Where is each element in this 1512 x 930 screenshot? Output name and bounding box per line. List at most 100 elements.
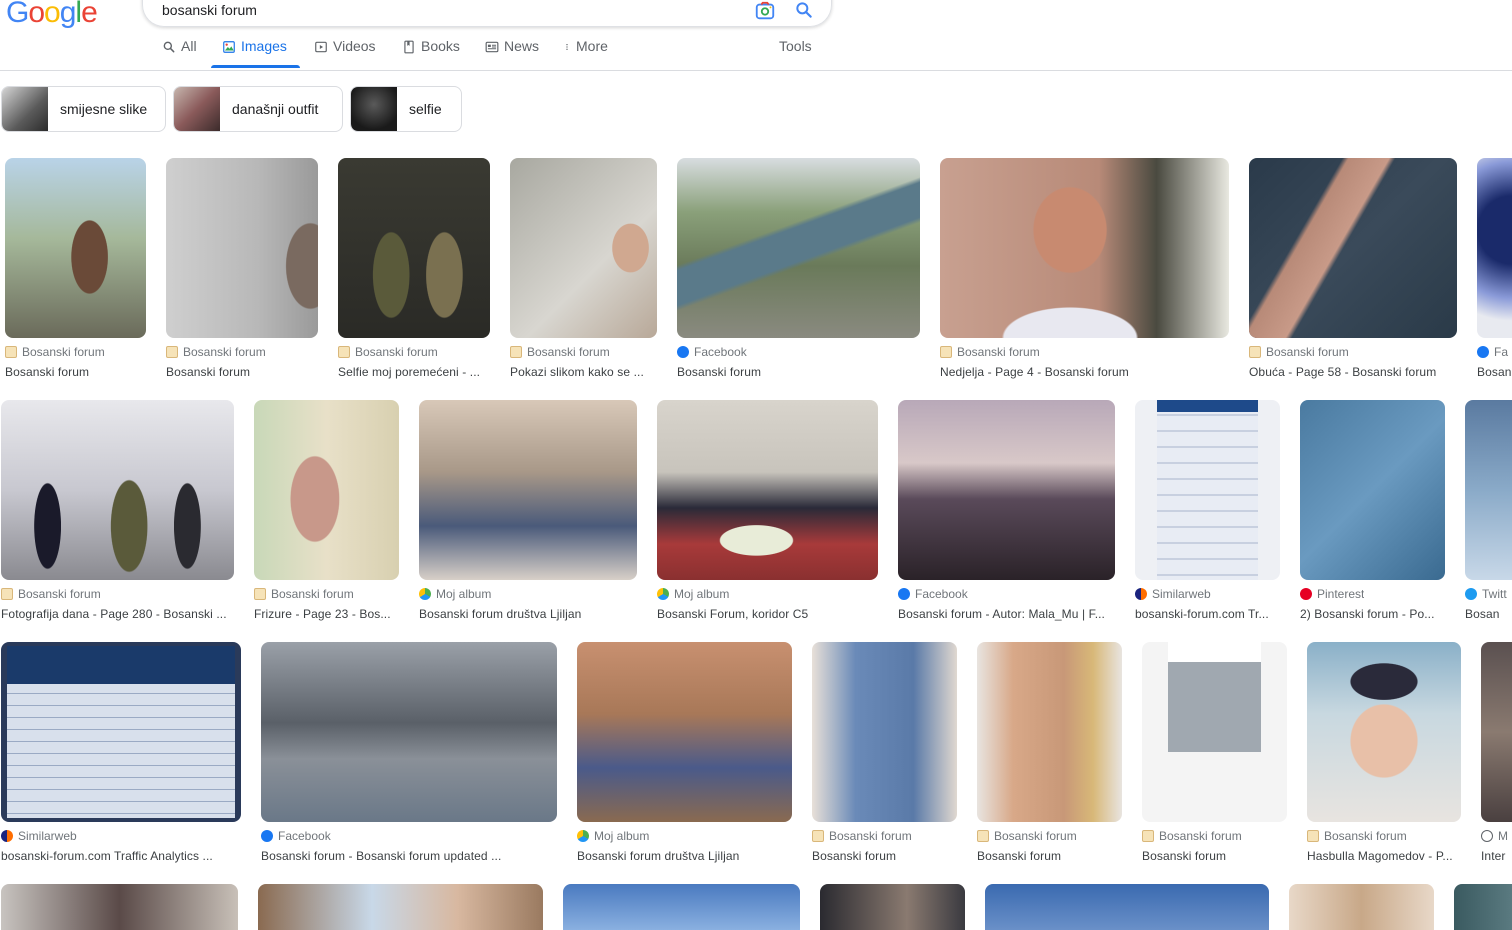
result-source[interactable]: Bosanski forum bbox=[338, 345, 438, 359]
tab-news[interactable]: News bbox=[485, 37, 539, 70]
result-title[interactable]: bosanski-forum.com Tr... bbox=[1135, 607, 1280, 621]
result-thumbnail[interactable] bbox=[657, 400, 878, 580]
result-source[interactable]: Bosanski forum bbox=[1249, 345, 1349, 359]
camera-search-icon[interactable] bbox=[754, 0, 776, 22]
result-thumbnail[interactable] bbox=[1, 884, 238, 930]
result-source[interactable]: Similarweb bbox=[1135, 587, 1211, 601]
result-source[interactable]: Bosanski forum bbox=[254, 587, 354, 601]
result-thumbnail[interactable] bbox=[258, 884, 543, 930]
result-thumbnail[interactable] bbox=[977, 642, 1122, 822]
result-title[interactable]: Bosanski forum - Bosanski forum updated … bbox=[261, 849, 557, 863]
result-source[interactable]: Bosanski forum bbox=[812, 829, 912, 843]
result-thumbnail[interactable] bbox=[1300, 400, 1445, 580]
result-thumbnail[interactable] bbox=[985, 884, 1269, 930]
tab-videos[interactable]: Videos bbox=[314, 37, 376, 70]
result-title[interactable]: Bosan bbox=[1477, 365, 1512, 379]
source-name: Pinterest bbox=[1317, 587, 1365, 601]
result-thumbnail[interactable] bbox=[563, 884, 800, 930]
result-source[interactable]: Bosanski forum bbox=[940, 345, 1040, 359]
result-thumbnail[interactable] bbox=[1135, 400, 1280, 580]
image-placeholder bbox=[166, 158, 318, 338]
source-name: Fa bbox=[1494, 345, 1509, 359]
result-thumbnail[interactable] bbox=[812, 642, 957, 822]
result-thumbnail[interactable] bbox=[338, 158, 490, 338]
result-title[interactable]: Hasbulla Magomedov - P... bbox=[1307, 849, 1461, 863]
result-title[interactable]: Bosanski Forum, koridor C5 bbox=[657, 607, 878, 621]
result-title[interactable]: Bosanski forum bbox=[677, 365, 920, 379]
google-logo[interactable]: Google bbox=[6, 0, 98, 30]
logo-letter: G bbox=[6, 0, 29, 29]
result-source[interactable]: Bosanski forum bbox=[977, 829, 1077, 843]
result-title[interactable]: Bosanski forum bbox=[1142, 849, 1287, 863]
result-thumbnail[interactable] bbox=[1465, 400, 1512, 580]
result-title[interactable]: Bosanski forum bbox=[977, 849, 1122, 863]
result-thumbnail[interactable] bbox=[5, 158, 146, 338]
result-source[interactable]: M bbox=[1481, 829, 1512, 843]
result-title[interactable]: Fotografija dana - Page 280 - Bosanski .… bbox=[1, 607, 234, 621]
result-source[interactable]: Facebook bbox=[261, 829, 331, 843]
result-thumbnail[interactable] bbox=[166, 158, 318, 338]
source-name: Facebook bbox=[694, 345, 747, 359]
result-source[interactable]: Facebook bbox=[898, 587, 968, 601]
tab-more[interactable]: More bbox=[563, 37, 608, 70]
result-source[interactable]: Moj album bbox=[577, 829, 649, 843]
result-thumbnail[interactable] bbox=[1481, 642, 1512, 822]
result-source[interactable]: Twitt bbox=[1465, 587, 1512, 601]
tab-all[interactable]: All bbox=[162, 37, 197, 70]
result-source[interactable]: Facebook bbox=[677, 345, 747, 359]
result-source[interactable]: Bosanski forum bbox=[166, 345, 266, 359]
chip-danasnji-outfit[interactable]: današnji outfit bbox=[173, 86, 343, 132]
chip-selfie[interactable]: selfie bbox=[350, 86, 462, 132]
result-thumbnail[interactable] bbox=[261, 642, 557, 822]
source-name: Bosanski forum bbox=[355, 345, 438, 359]
result-title[interactable]: Obuća - Page 58 - Bosanski forum bbox=[1249, 365, 1457, 379]
result-thumbnail[interactable] bbox=[1, 642, 241, 822]
result-source[interactable]: Moj album bbox=[419, 587, 491, 601]
result-thumbnail[interactable] bbox=[940, 158, 1229, 338]
result-title[interactable]: Bosanski forum bbox=[812, 849, 957, 863]
result-thumbnail[interactable] bbox=[1307, 642, 1461, 822]
result-thumbnail[interactable] bbox=[577, 642, 792, 822]
result-thumbnail[interactable] bbox=[254, 400, 399, 580]
result-title[interactable]: Bosanski forum društva Ljiljan bbox=[577, 849, 792, 863]
result-title[interactable]: 2) Bosanski forum - Po... bbox=[1300, 607, 1445, 621]
result-thumbnail[interactable] bbox=[510, 158, 657, 338]
result-source[interactable]: Similarweb bbox=[1, 829, 77, 843]
result-title[interactable]: bosanski-forum.com Traffic Analytics ... bbox=[1, 849, 241, 863]
search-input[interactable] bbox=[162, 2, 722, 18]
result-thumbnail[interactable] bbox=[1289, 884, 1434, 930]
result-title[interactable]: Bosanski forum bbox=[5, 365, 146, 379]
result-thumbnail[interactable] bbox=[419, 400, 637, 580]
result-thumbnail[interactable] bbox=[1454, 884, 1512, 930]
result-thumbnail[interactable] bbox=[820, 884, 965, 930]
image-icon bbox=[223, 41, 235, 53]
result-title[interactable]: Bosan bbox=[1465, 607, 1512, 621]
result-title[interactable]: Bosanski forum bbox=[166, 365, 318, 379]
result-thumbnail[interactable] bbox=[1142, 642, 1287, 822]
result-thumbnail[interactable] bbox=[898, 400, 1115, 580]
result-title[interactable]: Nedjelja - Page 4 - Bosanski forum bbox=[940, 365, 1229, 379]
result-title[interactable]: Frizure - Page 23 - Bos... bbox=[254, 607, 399, 621]
tools-button[interactable]: Tools bbox=[779, 37, 812, 70]
chip-smijesne-slike[interactable]: smijesne slike bbox=[1, 86, 166, 132]
result-source[interactable]: Bosanski forum bbox=[1307, 829, 1407, 843]
result-source[interactable]: Bosanski forum bbox=[1, 587, 101, 601]
result-source[interactable]: Fa bbox=[1477, 345, 1512, 359]
result-source[interactable]: Bosanski forum bbox=[510, 345, 610, 359]
result-thumbnail[interactable] bbox=[677, 158, 920, 338]
result-source[interactable]: Moj album bbox=[657, 587, 729, 601]
result-source[interactable]: Bosanski forum bbox=[1142, 829, 1242, 843]
search-icon[interactable] bbox=[794, 0, 814, 20]
result-source[interactable]: Bosanski forum bbox=[5, 345, 105, 359]
result-title[interactable]: Bosanski forum društva Ljiljan bbox=[419, 607, 637, 621]
result-thumbnail[interactable] bbox=[1, 400, 234, 580]
result-title[interactable]: Inter bbox=[1481, 849, 1512, 863]
result-thumbnail[interactable] bbox=[1477, 158, 1512, 338]
tab-books[interactable]: Books bbox=[402, 37, 460, 70]
result-title[interactable]: Bosanski forum - Autor: Mala_Mu | F... bbox=[898, 607, 1115, 621]
site-favicon-icon bbox=[254, 588, 266, 600]
result-title[interactable]: Pokazi slikom kako se ... bbox=[510, 365, 657, 379]
result-thumbnail[interactable] bbox=[1249, 158, 1457, 338]
result-title[interactable]: Selfie moj poremećeni - ... bbox=[338, 365, 490, 379]
result-source[interactable]: Pinterest bbox=[1300, 587, 1364, 601]
